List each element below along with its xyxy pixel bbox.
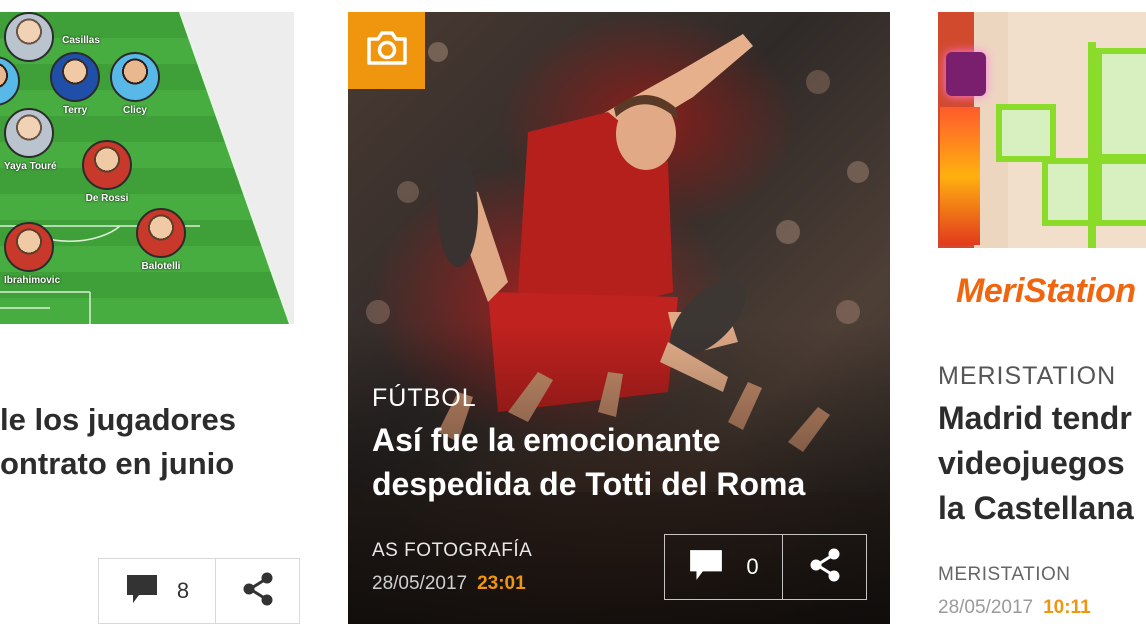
player-photo (4, 108, 54, 158)
player-photo (50, 52, 100, 102)
article-actions: 0 (664, 534, 867, 600)
shelf-post (1088, 42, 1096, 248)
player-terry: Terry (50, 52, 100, 116)
camera-icon (365, 30, 409, 71)
comment-icon (125, 573, 159, 610)
player-casillas (4, 12, 54, 62)
lineup-pitch-image[interactable]: Casillas Terry Clicy Yaya Touré De Rossi… (0, 12, 294, 324)
player-photo (136, 208, 186, 258)
article-date: 28/05/2017 23:01 (372, 573, 526, 594)
section-label[interactable]: MERISTATION (938, 362, 1116, 391)
article-time: 23:01 (477, 573, 526, 594)
wall-poster (940, 107, 980, 245)
neon-sign (946, 52, 986, 96)
comments-button[interactable]: 0 (665, 535, 783, 599)
player-clicy: Clicy (110, 52, 160, 116)
photo-gallery-badge (348, 12, 425, 89)
comment-icon (688, 548, 724, 587)
share-button[interactable] (216, 559, 299, 623)
article-title[interactable]: le los jugadores ontrato en junio (0, 398, 318, 486)
share-icon (240, 571, 276, 612)
article-author[interactable]: AS FOTOGRAFÍA (372, 540, 532, 562)
comments-button[interactable]: 8 (99, 559, 216, 623)
player-de-rossi: De Rossi (82, 140, 132, 204)
shelf (996, 104, 1056, 162)
share-icon (807, 547, 843, 588)
article-actions: 8 (98, 558, 300, 624)
article-title[interactable]: Así fue la emocionante despedida de Tott… (372, 418, 872, 506)
shelf (1096, 48, 1146, 160)
player-photo (82, 140, 132, 190)
meristation-article-card[interactable]: MeriStation MERISTATION Madrid tendr vid… (938, 0, 1146, 637)
section-label[interactable]: FÚTBOL (372, 384, 477, 413)
comments-count: 0 (746, 554, 759, 579)
player-photo (110, 52, 160, 102)
player-photo (4, 12, 54, 62)
player-photo (4, 222, 54, 272)
player-yaya-toure: Yaya Touré (4, 108, 57, 172)
player-balotelli: Balotelli (136, 208, 186, 272)
shelf (1096, 158, 1146, 226)
player-ibrahimovic: Ibrahimovic (4, 222, 60, 286)
lineup-article-card[interactable]: Casillas Terry Clicy Yaya Touré De Rossi… (0, 0, 320, 637)
share-button[interactable] (783, 535, 866, 599)
player-photo (0, 56, 20, 106)
featured-photo-article[interactable]: FÚTBOL Así fue la emocionante despedida … (348, 12, 890, 624)
article-title[interactable]: Madrid tendr videojuegos la Castellana (938, 396, 1146, 531)
article-author[interactable]: MERISTATION (938, 564, 1071, 586)
article-date: 28/05/2017 10:11 (938, 597, 1091, 618)
player-name-casillas: Casillas (62, 35, 100, 46)
player-edge (0, 56, 20, 106)
meristation-logo: MeriStation (956, 272, 1136, 310)
article-time: 10:11 (1043, 597, 1091, 618)
comments-count: 8 (176, 578, 190, 603)
game-store-image[interactable] (938, 12, 1146, 248)
